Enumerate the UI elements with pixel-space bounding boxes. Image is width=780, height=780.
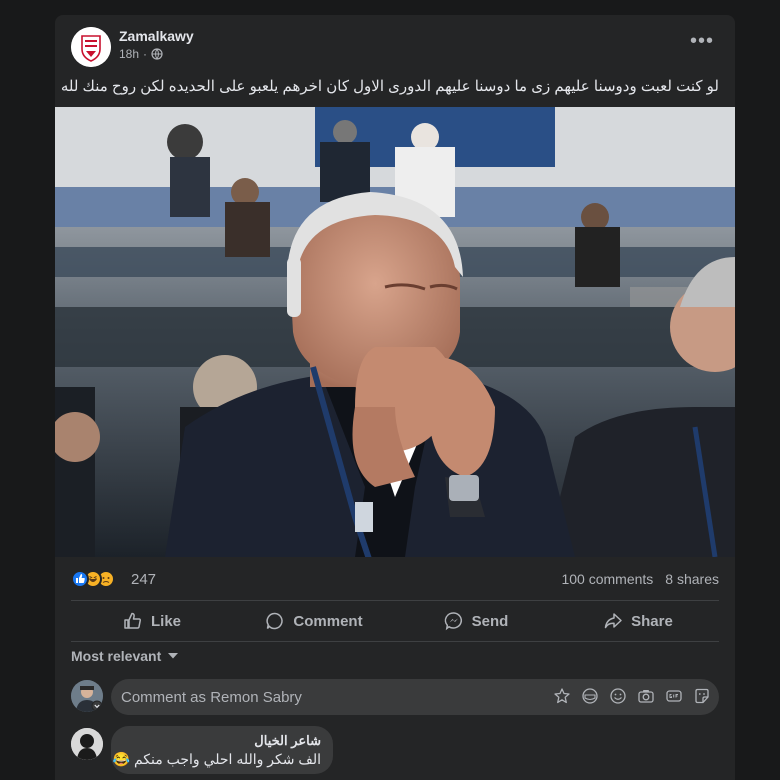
comment-label: Comment — [293, 612, 363, 630]
composer-tools — [553, 687, 711, 705]
thumbs-up-icon — [124, 612, 141, 629]
reaction-count[interactable]: 247 — [131, 571, 156, 588]
avatar-sticker-icon[interactable] — [553, 687, 571, 705]
comment-input[interactable] — [121, 679, 541, 715]
shares-count[interactable]: 8 shares — [665, 571, 719, 587]
like-label: Like — [150, 612, 181, 630]
share-button[interactable]: Share — [557, 601, 719, 641]
messenger-icon — [444, 612, 462, 631]
comment-sort-dropdown[interactable]: Most relevant — [71, 648, 179, 664]
divider-bottom — [71, 641, 719, 642]
reactions-row: 247 100 comments 8 shares — [71, 568, 719, 590]
dot-separator: · — [143, 47, 148, 61]
user-photo — [71, 680, 103, 712]
face-mask-sticker-icon[interactable] — [581, 687, 599, 705]
emoji-icon[interactable] — [609, 687, 627, 705]
share-label: Share — [631, 612, 673, 630]
post-meta: 18h · — [119, 47, 163, 61]
action-bar: Like Comment Send Share — [71, 601, 719, 641]
sticker-icon[interactable] — [693, 687, 711, 705]
engagement-counts: 100 comments 8 shares — [561, 571, 719, 587]
commenter-photo — [71, 728, 103, 760]
comment-author[interactable]: شاعر الخيال — [123, 733, 321, 749]
gif-icon[interactable] — [665, 687, 683, 705]
current-user-avatar[interactable] — [71, 680, 103, 712]
post-photo[interactable] — [55, 107, 735, 557]
comment-bubble-icon — [266, 612, 284, 630]
commenter-avatar[interactable] — [71, 728, 103, 760]
share-arrow-icon — [604, 613, 622, 629]
comment-button[interactable]: Comment — [233, 601, 395, 641]
zamalek-logo-icon — [71, 27, 111, 67]
post-card: Zamalkawy 18h · ••• لو كنت لعبت ودوسنا ع… — [55, 15, 735, 780]
comment-text: الف شكر والله احلي واجب منكم 😂 — [112, 751, 321, 767]
send-label: Send — [471, 612, 509, 630]
post-text: لو كنت لعبت ودوسنا عليهم زى ما دوسنا علي… — [60, 78, 719, 95]
comments-count[interactable]: 100 comments — [561, 571, 653, 587]
page-avatar[interactable] — [71, 27, 111, 67]
comment-item: شاعر الخيال الف شكر والله احلي واجب منكم… — [71, 726, 719, 780]
send-button[interactable]: Send — [395, 601, 557, 641]
post-photo-image — [55, 107, 735, 557]
page-name[interactable]: Zamalkawy — [119, 28, 194, 44]
sort-label: Most relevant — [71, 648, 162, 664]
globe-icon — [151, 48, 163, 60]
like-icon — [71, 570, 89, 588]
comment-bubble: شاعر الخيال الف شكر والله احلي واجب منكم… — [111, 726, 333, 774]
more-options-icon[interactable]: ••• — [687, 31, 717, 57]
like-button[interactable]: Like — [71, 601, 233, 641]
comment-box — [111, 679, 719, 715]
post-time[interactable]: 18h — [119, 47, 139, 61]
caret-down-icon — [168, 653, 179, 659]
reaction-icons[interactable] — [71, 570, 131, 588]
comment-composer — [71, 679, 719, 715]
camera-icon[interactable] — [637, 687, 655, 705]
post-header: Zamalkawy 18h · ••• — [55, 15, 735, 75]
